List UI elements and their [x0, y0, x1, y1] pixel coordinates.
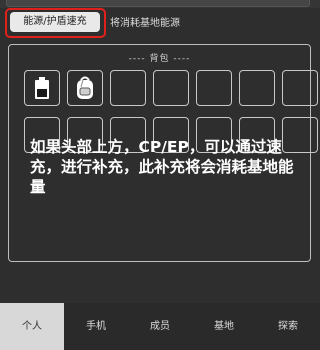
backpack-icon: [72, 75, 98, 101]
backpack-slot-empty[interactable]: [153, 70, 189, 106]
top-status-field: [6, 0, 310, 7]
energy-shield-recharge-button[interactable]: 能源/护盾速充: [10, 12, 100, 32]
backpack-slot-empty[interactable]: [110, 70, 146, 106]
backpack-slot-empty[interactable]: [282, 70, 318, 106]
nav-tab-members[interactable]: 成员: [128, 303, 192, 350]
backpack-slot-empty[interactable]: [239, 70, 275, 106]
backpack-slot-battery[interactable]: [24, 70, 60, 106]
tutorial-overlay-text: 如果头部上方，CP/EP，可以通过速充，进行补充，此补充将会消耗基地能量: [30, 138, 294, 196]
nav-tab-explore[interactable]: 探索: [256, 303, 320, 350]
bottom-nav: 个人 手机 成员 基地 探索: [0, 303, 320, 350]
nav-tab-phone[interactable]: 手机: [64, 303, 128, 350]
recharge-hint: 将消耗基地能源: [110, 18, 180, 29]
nav-tab-personal[interactable]: 个人: [0, 303, 64, 350]
backpack-title: ---- 背包 ----: [128, 54, 191, 64]
top-strip: [0, 0, 320, 8]
nav-tab-base[interactable]: 基地: [192, 303, 256, 350]
backpack-slot-backpack[interactable]: [67, 70, 103, 106]
battery-icon: [32, 76, 52, 100]
backpack-slot-empty[interactable]: [196, 70, 232, 106]
